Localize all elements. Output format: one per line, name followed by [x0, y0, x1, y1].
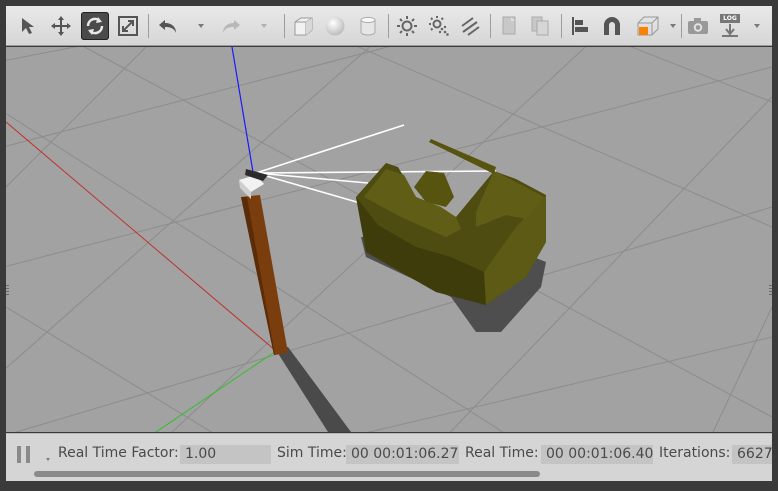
- scene-render: [6, 47, 772, 432]
- rtf-label: Real Time Factor:: [58, 445, 179, 461]
- sphere-shape-icon: [324, 15, 346, 37]
- iterations-value: 6627: [732, 445, 772, 464]
- left-panel-grip[interactable]: [6, 285, 9, 295]
- move-translate-icon: [50, 15, 72, 37]
- toolbar: LOG: [6, 6, 772, 46]
- redo-history-dropdown[interactable]: [261, 24, 267, 28]
- status-scrollbar[interactable]: [6, 467, 772, 481]
- undo-history-dropdown[interactable]: [198, 24, 204, 28]
- directional-light-button[interactable]: [458, 14, 482, 38]
- redo-icon: [220, 15, 242, 37]
- rtf-value: 1.00: [180, 445, 271, 464]
- log-record-icon: LOG: [719, 14, 741, 38]
- real-time-label: Real Time:: [465, 445, 539, 461]
- y-axis-line: [155, 350, 277, 432]
- select-mode-button[interactable]: [17, 14, 41, 38]
- paste-button[interactable]: [528, 14, 552, 38]
- copy-icon: [498, 15, 520, 37]
- cylinder-shape-icon: [357, 15, 379, 37]
- copy-button[interactable]: [497, 14, 521, 38]
- scene-viewport[interactable]: [6, 47, 772, 432]
- redo-button[interactable]: [219, 14, 243, 38]
- x-axis-line: [6, 121, 277, 352]
- right-panel-grip[interactable]: [769, 285, 772, 295]
- real-time-value: 00 00:01:06.407: [541, 445, 653, 464]
- view-angle-dropdown[interactable]: [670, 24, 676, 28]
- align-button[interactable]: [568, 14, 592, 38]
- scale-icon: [117, 15, 139, 37]
- insert-sphere-button[interactable]: [323, 14, 347, 38]
- scrollbar-thumb[interactable]: [34, 471, 540, 477]
- pause-button[interactable]: [16, 446, 32, 463]
- rotate-mode-button[interactable]: [81, 12, 109, 40]
- undo-icon: [157, 15, 179, 37]
- directional-light-icon: [459, 15, 481, 37]
- sim-time-label: Sim Time:: [277, 445, 347, 461]
- gazebo-window: LOG Real Time Factor: 1.00 Sim Time: 00 …: [0, 0, 778, 491]
- view-angle-button[interactable]: [636, 14, 660, 38]
- point-light-icon: [396, 15, 418, 37]
- log-record-button[interactable]: LOG: [718, 14, 742, 38]
- align-icon: [569, 15, 591, 37]
- box-shape-icon: [292, 15, 314, 37]
- sofa-model: [356, 139, 546, 305]
- point-light-button[interactable]: [395, 14, 419, 38]
- translate-mode-button[interactable]: [49, 14, 73, 38]
- spot-light-icon: [428, 15, 450, 37]
- log-options-dropdown[interactable]: [754, 24, 760, 28]
- scale-mode-button[interactable]: [116, 14, 140, 38]
- camera-screenshot-icon: [686, 15, 710, 37]
- arrow-select-icon: [19, 16, 39, 36]
- paste-icon: [529, 15, 551, 37]
- insert-cylinder-button[interactable]: [356, 14, 380, 38]
- rotate-icon: [84, 15, 106, 37]
- undo-button[interactable]: [156, 14, 180, 38]
- screenshot-button[interactable]: [686, 14, 710, 38]
- z-axis-line: [231, 47, 254, 173]
- sim-time-value: 00 00:01:06.277: [346, 445, 459, 464]
- view-angle-icon: [636, 15, 660, 37]
- snap-button[interactable]: [600, 14, 624, 38]
- pole-shadow: [274, 347, 351, 432]
- magnet-snap-icon: [601, 15, 623, 37]
- spot-light-button[interactable]: [427, 14, 451, 38]
- step-dropdown[interactable]: [46, 458, 50, 461]
- insert-box-button[interactable]: [291, 14, 315, 38]
- iterations-label: Iterations:: [659, 445, 731, 461]
